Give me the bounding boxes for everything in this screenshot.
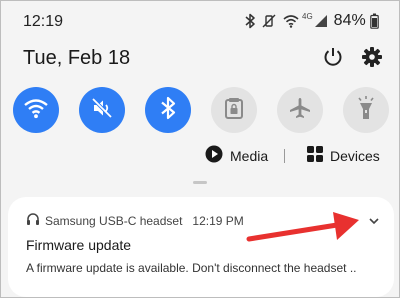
gear-icon (361, 46, 383, 73)
battery-percent: 84% (333, 12, 366, 29)
devices-grid-icon (307, 145, 323, 167)
play-icon (205, 145, 223, 168)
media-label: Media (230, 148, 269, 164)
drag-handle[interactable] (193, 181, 207, 184)
network-type: 4G (302, 11, 313, 21)
wifi-icon (283, 14, 299, 28)
signal-icon (314, 14, 328, 28)
status-bar: 12:19 4G 84% (1, 1, 399, 39)
devices-label: Devices (330, 148, 380, 164)
notification-app-name: Samsung USB-C headset (45, 214, 183, 228)
devices-button[interactable]: Devices (307, 145, 380, 167)
annotation-arrow (246, 212, 359, 242)
vibrate-icon (261, 13, 277, 29)
media-button[interactable]: Media (205, 145, 268, 167)
bluetooth-icon (245, 13, 255, 29)
wifi-tile[interactable] (13, 87, 59, 133)
lock-folder-icon (224, 96, 244, 125)
flashlight-tile[interactable] (343, 87, 389, 133)
power-button[interactable] (319, 45, 347, 73)
notification-title: Firmware update (26, 237, 132, 253)
airplane-mode-tile[interactable] (277, 87, 323, 133)
status-time: 12:19 (23, 13, 64, 30)
bluetooth-icon (160, 96, 176, 125)
settings-button[interactable] (358, 45, 386, 73)
date-label: Tue, Feb 18 (23, 47, 131, 69)
wifi-icon (23, 97, 49, 124)
flashlight-icon (356, 95, 376, 126)
airplane-icon (288, 96, 312, 125)
bluetooth-tile[interactable] (145, 87, 191, 133)
notification-body: A firmware update is available. Don't di… (26, 261, 357, 275)
chevron-down-icon (369, 212, 379, 230)
secure-folder-tile[interactable] (211, 87, 257, 133)
controls-divider (284, 149, 285, 163)
notification-time: 12:19 PM (192, 214, 244, 228)
notification-header: Samsung USB-C headset 12:19 PM (26, 212, 244, 230)
notification-shade: 12:19 4G 84% Tue, Feb 18 Media Devices S… (0, 0, 400, 298)
status-icons: 4G 84% (245, 11, 379, 31)
mute-icon (90, 96, 114, 125)
headset-icon (26, 212, 40, 231)
battery-icon (369, 13, 379, 29)
power-icon (322, 46, 344, 73)
sound-tile[interactable] (79, 87, 125, 133)
